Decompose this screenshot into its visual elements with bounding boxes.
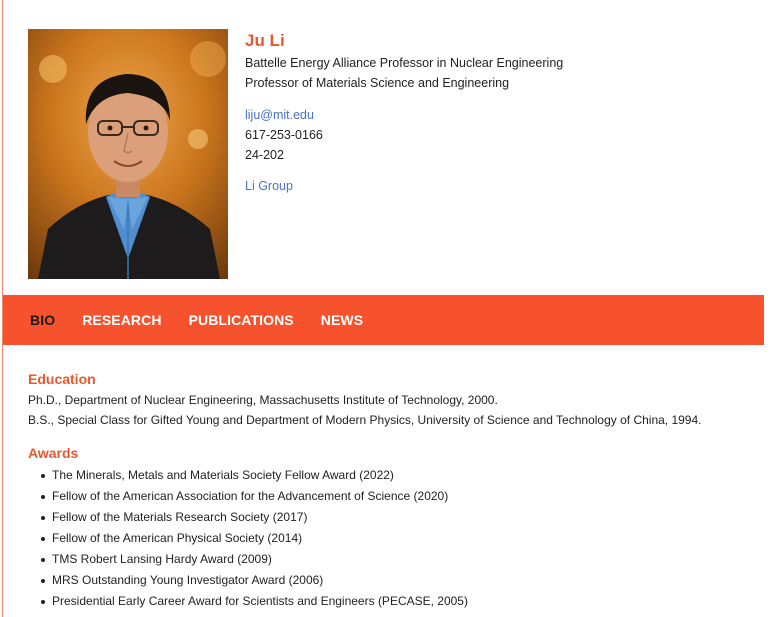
awards-list: The Minerals, Metals and Materials Socie… (28, 465, 758, 612)
tab-publications[interactable]: PUBLICATIONS (189, 312, 294, 328)
profile-titles: Battelle Energy Alliance Professor in Nu… (245, 53, 745, 93)
profile-photo (28, 29, 228, 279)
office-location: 24-202 (245, 148, 284, 162)
profile-title-primary: Battelle Energy Alliance Professor in Nu… (245, 56, 564, 70)
group-link[interactable]: Li Group (245, 179, 293, 193)
profile-title-secondary: Professor of Materials Science and Engin… (245, 76, 510, 90)
award-item: TMS Robert Lansing Hardy Award (2009) (28, 549, 758, 570)
phone-number: 617-253-0166 (245, 128, 323, 142)
award-item: MRS Outstanding Young Investigator Award… (28, 570, 758, 591)
bio-content: Education Ph.D., Department of Nuclear E… (28, 370, 758, 612)
education-entry: B.S., Special Class for Gifted Young and… (28, 413, 702, 427)
award-item: Fellow of the Materials Research Society… (28, 507, 758, 528)
award-item: Presidential Early Career Award for Scie… (28, 591, 758, 612)
education-list: Ph.D., Department of Nuclear Engineering… (28, 390, 758, 430)
tab-research[interactable]: RESEARCH (82, 312, 161, 328)
award-item: The Minerals, Metals and Materials Socie… (28, 465, 758, 486)
tab-news[interactable]: NEWS (321, 312, 363, 328)
profile-tab-bar: BIO RESEARCH PUBLICATIONS NEWS (3, 295, 764, 345)
contact-details: liju@mit.edu 617-253-0166 24-202 (245, 105, 745, 165)
tab-bio[interactable]: BIO (30, 312, 55, 328)
award-item: Fellow of the American Association for t… (28, 486, 758, 507)
profile-page: Ju Li Battelle Energy Alliance Professor… (0, 0, 776, 617)
education-heading: Education (28, 371, 96, 387)
award-item: Fellow of the American Physical Society … (28, 528, 758, 549)
education-entry: Ph.D., Department of Nuclear Engineering… (28, 393, 498, 407)
profile-name: Ju Li (245, 31, 285, 50)
email-link[interactable]: liju@mit.edu (245, 108, 314, 122)
awards-heading: Awards (28, 445, 79, 461)
profile-header: Ju Li Battelle Energy Alliance Professor… (28, 29, 758, 279)
profile-info: Ju Li Battelle Energy Alliance Professor… (245, 29, 745, 196)
